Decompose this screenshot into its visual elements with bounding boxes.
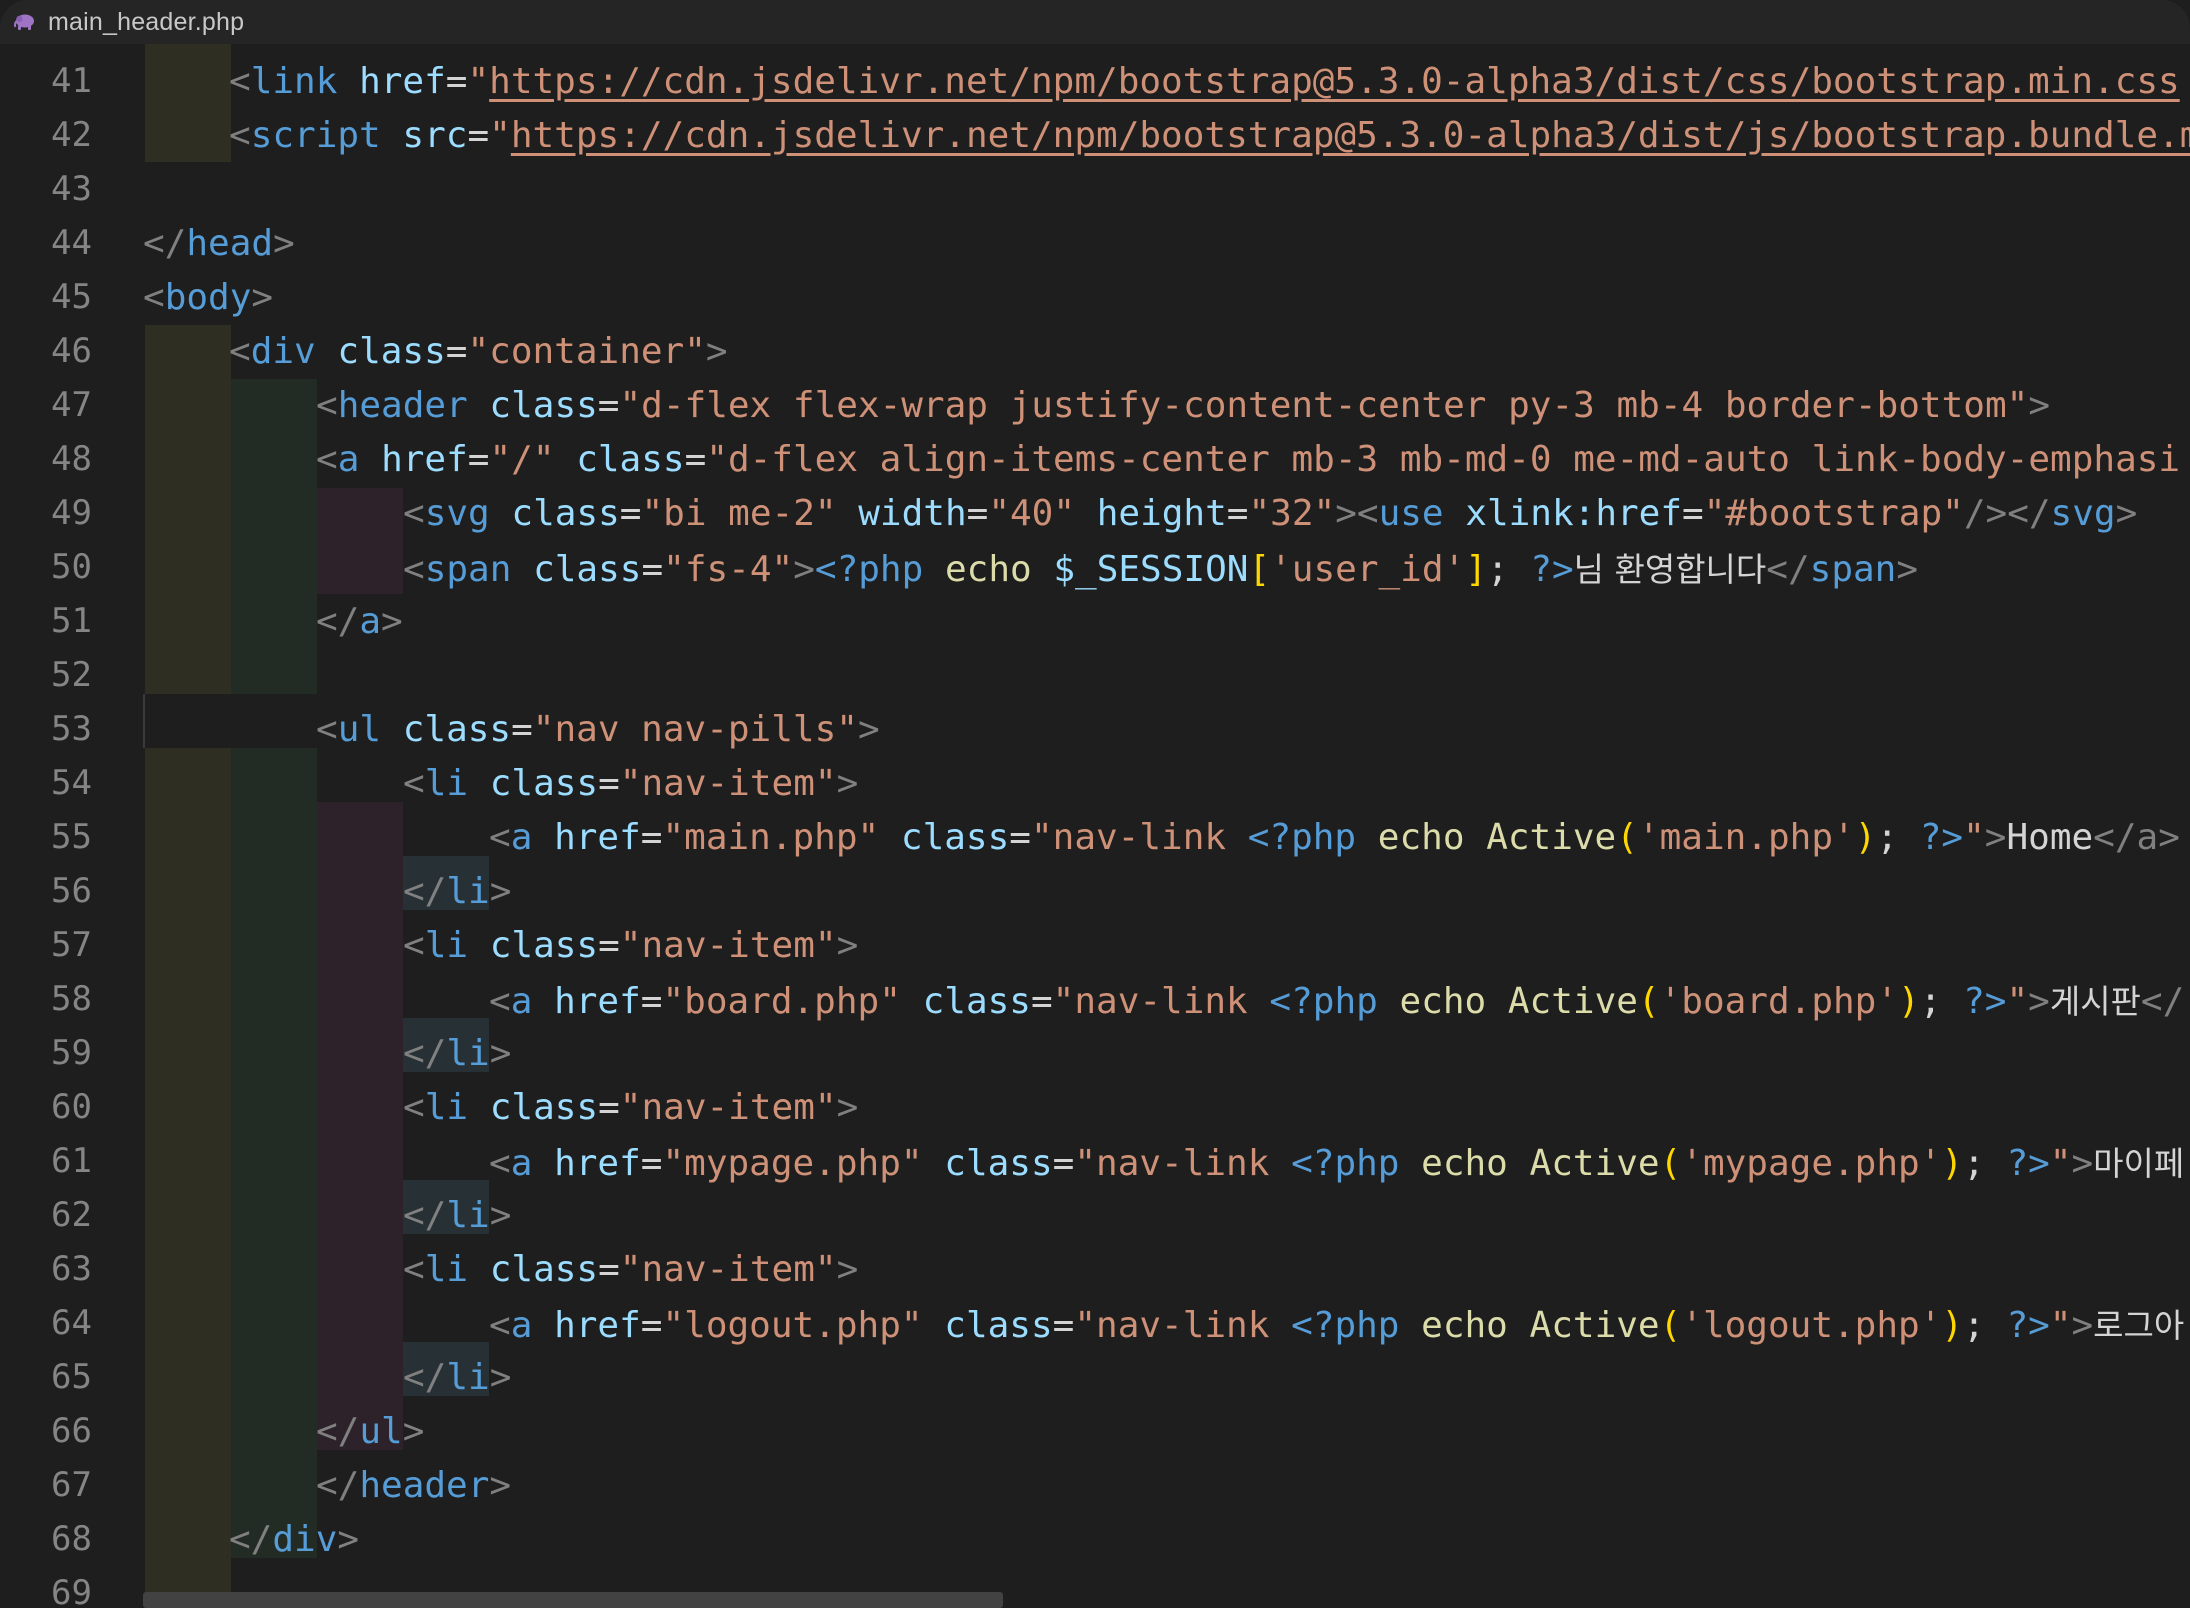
script-link[interactable]: https://cdn.jsdelivr.net/npm/bootstrap@5… xyxy=(511,115,2190,156)
code-line[interactable]: 67 </header> xyxy=(0,1458,2190,1512)
code-line[interactable]: 63 <li class="nav-item"> xyxy=(0,1242,2190,1296)
line-number: 67 xyxy=(51,1465,92,1505)
code-line[interactable]: 56 </li> xyxy=(0,864,2190,918)
title-bar: main_header.php xyxy=(0,0,2190,44)
code-line[interactable]: 46 <div class="container"> xyxy=(0,324,2190,378)
line-number: 55 xyxy=(51,817,92,857)
line-number: 49 xyxy=(51,493,92,533)
line-number: 61 xyxy=(51,1141,92,1181)
line-number: 52 xyxy=(51,655,92,695)
code-line[interactable]: 66 </ul> xyxy=(0,1404,2190,1458)
line-number: 62 xyxy=(51,1195,92,1235)
code-line[interactable]: 50 <span class="fs-4"><?php echo $_SESSI… xyxy=(0,540,2190,594)
line-number: 69 xyxy=(51,1573,92,1608)
code-line[interactable]: 52 xyxy=(0,648,2190,702)
code-line[interactable]: 64 <a href="logout.php" class="nav-link … xyxy=(0,1296,2190,1350)
line-number: 68 xyxy=(51,1519,92,1559)
code-line[interactable]: 59 </li> xyxy=(0,1026,2190,1080)
line-number: 58 xyxy=(51,979,92,1019)
file-tab-title[interactable]: main_header.php xyxy=(48,8,244,37)
code-line[interactable]: 58 <a href="board.php" class="nav-link <… xyxy=(0,972,2190,1026)
line-number: 47 xyxy=(51,385,92,425)
code-line[interactable]: 47 <header class="d-flex flex-wrap justi… xyxy=(0,378,2190,432)
editor-window: main_header.php 41 <link href="https://c… xyxy=(0,0,2190,1608)
code-line[interactable]: 65 </li> xyxy=(0,1350,2190,1404)
line-number: 44 xyxy=(51,223,92,263)
line-number: 41 xyxy=(51,61,92,101)
line-number: 45 xyxy=(51,277,92,317)
nav-link-text: 로그아 xyxy=(2093,1306,2185,1345)
line-number: 59 xyxy=(51,1033,92,1073)
code-line[interactable]: 41 <link href="https://cdn.jsdelivr.net/… xyxy=(0,54,2190,108)
line-number: 56 xyxy=(51,871,92,911)
line-number: 54 xyxy=(51,763,92,803)
code-line[interactable]: 44 </head> xyxy=(0,216,2190,270)
code-line[interactable]: 68 </div> xyxy=(0,1512,2190,1566)
code-line[interactable]: 42 <script src="https://cdn.jsdelivr.net… xyxy=(0,108,2190,162)
nav-link-text: 게시판 xyxy=(2049,982,2141,1021)
code-line[interactable]: 60 <li class="nav-item"> xyxy=(0,1080,2190,1134)
stylesheet-link[interactable]: https://cdn.jsdelivr.net/npm/bootstrap@5… xyxy=(489,61,2180,102)
code-line[interactable]: 61 <a href="mypage.php" class="nav-link … xyxy=(0,1134,2190,1188)
code-line[interactable]: 48 <a href="/" class="d-flex align-items… xyxy=(0,432,2190,486)
line-number: 48 xyxy=(51,439,92,479)
line-number: 63 xyxy=(51,1249,92,1289)
nav-link-text: Home xyxy=(2006,816,2094,858)
line-number: 57 xyxy=(51,925,92,965)
line-number: 43 xyxy=(51,169,92,209)
horizontal-scrollbar[interactable] xyxy=(143,1592,1003,1608)
code-line[interactable]: 62 </li> xyxy=(0,1188,2190,1242)
line-number: 46 xyxy=(51,331,92,371)
line-number: 51 xyxy=(51,601,92,641)
code-line[interactable]: 49 <svg class="bi me-2" width="40" heigh… xyxy=(0,486,2190,540)
line-number: 60 xyxy=(51,1087,92,1127)
code-line[interactable]: 43 xyxy=(0,162,2190,216)
line-number: 53 xyxy=(51,709,92,749)
line-number: 42 xyxy=(51,115,92,155)
code-line[interactable]: 55 <a href="main.php" class="nav-link <?… xyxy=(0,810,2190,864)
line-number: 64 xyxy=(51,1303,92,1343)
code-editor[interactable]: 41 <link href="https://cdn.jsdelivr.net/… xyxy=(0,44,2190,1608)
code-line[interactable]: 54 <li class="nav-item"> xyxy=(0,756,2190,810)
php-elephant-icon xyxy=(12,9,38,35)
code-line[interactable]: 45 <body> xyxy=(0,270,2190,324)
code-line[interactable]: 53 <ul class="nav nav-pills"> xyxy=(0,702,2190,756)
line-number: 50 xyxy=(51,547,92,587)
line-number: 65 xyxy=(51,1357,92,1397)
line-number: 66 xyxy=(51,1411,92,1451)
code-line[interactable]: 51 </a> xyxy=(0,594,2190,648)
nav-link-text: 마이페 xyxy=(2093,1144,2185,1183)
code-line[interactable]: 57 <li class="nav-item"> xyxy=(0,918,2190,972)
